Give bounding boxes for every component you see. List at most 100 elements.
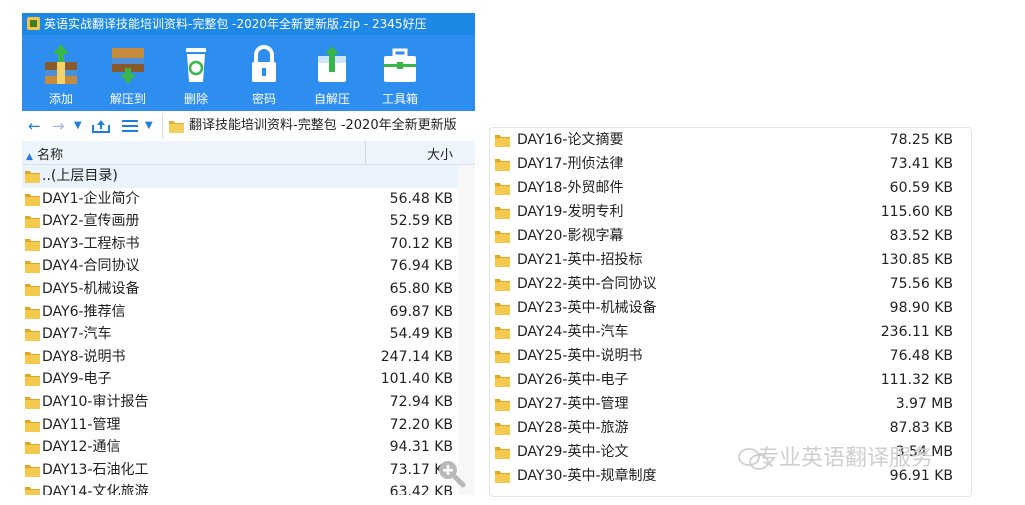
folder-icon — [25, 329, 40, 342]
name-column-header[interactable]: ▲ 名称 — [26, 144, 63, 163]
back-arrow-icon[interactable]: ← — [28, 117, 41, 135]
file-row[interactable]: DAY20-影视字幕 83.52 KB — [490, 224, 971, 248]
folder-icon — [25, 374, 40, 387]
file-list-panel-right: DAY16-论文摘要 78.25 KB DAY17-刑侦法律 73.41 KB … — [489, 127, 972, 497]
file-size: 60.59 KB — [889, 180, 953, 196]
file-row[interactable]: DAY14-文化旅游 63.42 KB — [22, 481, 475, 495]
file-name: DAY25-英中-说明书 — [517, 348, 643, 364]
file-name: DAY22-英中-合同协议 — [517, 276, 657, 292]
file-name: DAY10-审计报告 — [42, 393, 149, 410]
file-row[interactable]: DAY9-电子 101.40 KB — [22, 368, 475, 391]
file-row[interactable]: DAY10-审计报告 72.94 KB — [22, 391, 475, 414]
file-row[interactable]: DAY5-机械设备 65.80 KB — [22, 278, 475, 301]
folder-icon — [495, 447, 510, 459]
file-row[interactable]: DAY16-论文摘要 78.25 KB — [490, 128, 971, 152]
folder-icon — [169, 121, 184, 133]
folder-icon — [25, 419, 40, 432]
file-size: 111.32 KB — [880, 372, 953, 388]
folder-icon — [495, 279, 510, 291]
add-label: 添加 — [48, 92, 73, 106]
file-row[interactable]: DAY13-石油化工 73.17 KB — [22, 459, 475, 482]
address-path-text: 翻译技能培训资料-完整包 -2020年全新更新版 — [189, 118, 457, 133]
file-name: DAY9-电子 — [42, 371, 112, 388]
password-button[interactable]: 密码 — [234, 39, 294, 109]
toolbox-button[interactable]: 工具箱 — [370, 39, 430, 109]
file-size: 54.49 KB — [389, 326, 453, 343]
file-size: 76.48 KB — [889, 348, 953, 364]
file-name: DAY20-影视字幕 — [517, 228, 624, 244]
file-row[interactable]: DAY25-英中-说明书 76.48 KB — [490, 344, 971, 368]
view-dropdown-icon[interactable]: ▼ — [145, 117, 153, 135]
self-extract-button[interactable]: 自解压 — [302, 39, 362, 109]
file-row[interactable]: DAY8-说明书 247.14 KB — [22, 346, 475, 369]
size-column-header[interactable]: 大小 — [427, 144, 453, 163]
folder-icon — [25, 306, 40, 319]
file-size: 98.90 KB — [889, 300, 953, 316]
folder-icon — [495, 159, 510, 171]
file-name: DAY6-推荐信 — [42, 303, 126, 320]
up-folder-icon[interactable] — [92, 119, 110, 133]
sort-asc-icon: ▲ — [26, 152, 33, 162]
file-row[interactable]: DAY23-英中-机械设备 98.90 KB — [490, 296, 971, 320]
file-name: DAY29-英中-论文 — [517, 444, 629, 460]
delete-icon — [186, 48, 206, 82]
file-row[interactable]: DAY3-工程标书 70.12 KB — [22, 233, 475, 256]
file-row[interactable]: DAY24-英中-汽车 236.11 KB — [490, 320, 971, 344]
file-row[interactable]: DAY1-企业简介 56.48 KB — [22, 188, 475, 211]
file-row[interactable]: DAY22-英中-合同协议 75.56 KB — [490, 272, 971, 296]
file-name: DAY16-论文摘要 — [517, 132, 624, 148]
file-row[interactable]: DAY7-汽车 54.49 KB — [22, 323, 475, 346]
file-row[interactable]: DAY19-发明专利 115.60 KB — [490, 200, 971, 224]
delete-label: 删除 — [183, 92, 208, 106]
vertical-scrollbar[interactable] — [458, 165, 475, 495]
parent-directory-row[interactable]: ..(上层目录) — [22, 165, 475, 188]
extract-to-button[interactable]: 解压到 — [98, 39, 158, 109]
file-row[interactable]: DAY27-英中-管理 3.97 MB — [490, 392, 971, 416]
file-row[interactable]: DAY21-英中-招投标 130.85 KB — [490, 248, 971, 272]
file-size: 78.25 KB — [889, 132, 953, 148]
address-path-field[interactable]: 翻译技能培训资料-完整包 -2020年全新更新版 — [162, 114, 475, 138]
file-name: DAY30-英中-规章制度 — [517, 468, 657, 484]
file-name: DAY1-企业简介 — [42, 190, 140, 207]
add-button[interactable]: 添加 — [31, 39, 91, 109]
file-name: DAY2-宣传画册 — [42, 213, 140, 230]
zoom-in-icon[interactable] — [436, 458, 466, 488]
column-separator[interactable] — [365, 141, 366, 164]
folder-icon — [495, 351, 510, 363]
folder-icon — [25, 216, 40, 229]
folder-icon — [495, 255, 510, 267]
file-row[interactable]: DAY6-推荐信 69.87 KB — [22, 301, 475, 324]
folder-icon — [495, 207, 510, 219]
file-row[interactable]: DAY28-英中-旅游 87.83 KB — [490, 416, 971, 440]
file-row[interactable]: DAY4-合同协议 76.94 KB — [22, 255, 475, 278]
delete-button[interactable]: 删除 — [166, 39, 226, 109]
file-row[interactable]: DAY12-通信 94.31 KB — [22, 436, 475, 459]
history-dropdown-icon[interactable]: ▼ — [74, 117, 82, 135]
file-size: 83.52 KB — [889, 228, 953, 244]
file-row[interactable]: DAY2-宣传画册 52.59 KB — [22, 210, 475, 233]
folder-icon — [495, 303, 510, 315]
file-name: DAY5-机械设备 — [42, 280, 140, 297]
file-size: 76.94 KB — [389, 258, 453, 275]
folder-icon — [25, 487, 40, 495]
file-row[interactable]: DAY18-外贸邮件 60.59 KB — [490, 176, 971, 200]
forward-arrow-icon[interactable]: → — [52, 117, 65, 135]
file-row[interactable]: DAY11-管理 72.20 KB — [22, 414, 475, 437]
watermark-text: 专业英语翻译服务 — [757, 446, 934, 471]
file-list-right: DAY16-论文摘要 78.25 KB DAY17-刑侦法律 73.41 KB … — [490, 128, 971, 488]
file-name: DAY7-汽车 — [42, 326, 112, 343]
file-row[interactable]: DAY17-刑侦法律 73.41 KB — [490, 152, 971, 176]
file-row[interactable]: DAY26-英中-电子 111.32 KB — [490, 368, 971, 392]
list-view-icon[interactable] — [122, 120, 138, 132]
file-name: DAY27-英中-管理 — [517, 396, 629, 412]
folder-icon — [495, 471, 510, 483]
file-size: 75.56 KB — [889, 276, 953, 292]
file-name: DAY23-英中-机械设备 — [517, 300, 657, 316]
title-bar: 英语实战翻译技能培训资料-完整包 -2020年全新更新版.zip - 2345好… — [22, 13, 475, 35]
file-name: DAY8-说明书 — [42, 348, 126, 365]
file-name: DAY11-管理 — [42, 416, 121, 433]
lock-icon — [252, 45, 276, 82]
file-size: 236.11 KB — [880, 324, 953, 340]
folder-icon — [25, 351, 40, 364]
file-size: 247.14 KB — [380, 348, 453, 365]
